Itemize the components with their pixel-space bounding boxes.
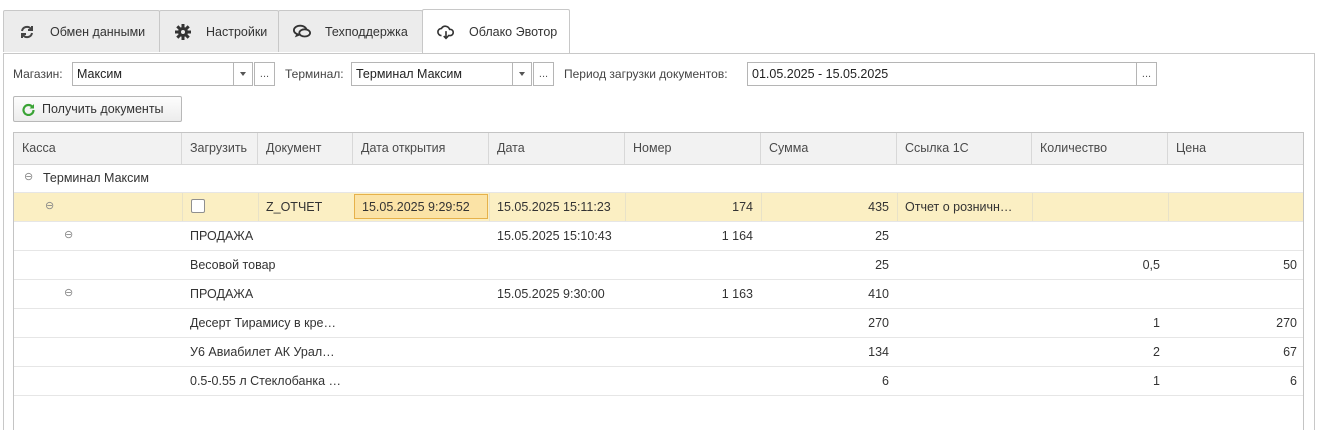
col-header-sum[interactable]: Сумма — [761, 133, 897, 164]
tab-label: Облако Эвотор — [469, 24, 558, 39]
col-header-load[interactable]: Загрузить — [182, 133, 258, 164]
cell-date: 15.05.2025 15:10:43 — [497, 229, 612, 243]
cell-document: ПРОДАЖА — [190, 287, 254, 301]
cell-quantity: 1 — [1153, 316, 1160, 330]
col-header-number[interactable]: Номер — [625, 133, 761, 164]
col-header-price[interactable]: Цена — [1168, 133, 1303, 164]
col-header-link-1c[interactable]: Ссылка 1С — [897, 133, 1032, 164]
cell-quantity: 2 — [1153, 345, 1160, 359]
cell-date: 15.05.2025 9:30:00 — [497, 287, 605, 301]
terminal-label: Терминал: — [285, 67, 344, 81]
cell-number: 174 — [732, 200, 753, 214]
cell-link-1c[interactable]: Отчет о розничн… — [897, 193, 1032, 221]
cloud-icon — [437, 23, 455, 41]
get-documents-button[interactable]: Получить документы — [13, 96, 182, 122]
refresh-icon — [22, 103, 35, 116]
cell-sum: 25 — [875, 229, 889, 243]
gear-icon — [174, 23, 192, 41]
cell-price: 270 — [1276, 316, 1297, 330]
col-header-date[interactable]: Дата — [489, 133, 625, 164]
store-input[interactable]: Максим — [72, 62, 234, 86]
load-checkbox[interactable] — [191, 199, 205, 213]
chevron-down-icon — [240, 72, 246, 76]
tab-data-exchange[interactable]: Обмен данными — [3, 10, 160, 52]
period-select-button[interactable]: ... — [1136, 62, 1157, 86]
collapse-toggle-icon[interactable]: ⊖ — [64, 280, 73, 308]
tab-evotor-cloud[interactable]: Облако Эвотор — [422, 9, 570, 53]
col-header-open-date[interactable]: Дата открытия — [353, 133, 489, 164]
col-header-quantity[interactable]: Количество — [1032, 133, 1168, 164]
store-dropdown-button[interactable] — [233, 62, 253, 86]
tab-bar: Обмен данными Настройки Техподдержка Обл… — [3, 9, 570, 53]
table-row[interactable]: ⊖ Z_ОТЧЕТ 15.05.2025 9:29:52 15.05.2025 … — [14, 193, 1303, 222]
cell-item-name: У6 Авиабилет АК Урал… — [190, 345, 335, 359]
cell-item-name: Весовой товар — [190, 258, 276, 272]
table-row[interactable]: У6 Авиабилет АК Урал… 134 2 67 — [14, 338, 1303, 367]
table-row[interactable]: 0.5-0.55 л Стеклобанка … 6 1 6 — [14, 367, 1303, 396]
store-select-button[interactable]: ... — [254, 62, 275, 86]
period-input[interactable]: 01.05.2025 - 15.05.2025 — [747, 62, 1137, 86]
table-row[interactable]: ⊖ ПРОДАЖА 15.05.2025 15:10:43 1 164 25 — [14, 222, 1303, 251]
collapse-toggle-icon[interactable]: ⊖ — [64, 222, 73, 250]
cell-number: 1 163 — [721, 287, 753, 301]
tab-label: Настройки — [206, 24, 268, 39]
cell-open-date[interactable]: 15.05.2025 9:29:52 — [354, 193, 488, 221]
cell-document: ПРОДАЖА — [190, 229, 254, 243]
cell-sum: 134 — [868, 345, 889, 359]
column-divider — [1032, 193, 1033, 221]
table-header: Касса Загрузить Документ Дата открытия Д… — [14, 133, 1303, 165]
cell-number: 1 164 — [721, 229, 753, 243]
terminal-input[interactable]: Терминал Максим — [351, 62, 513, 86]
cell-sum: 270 — [868, 316, 889, 330]
tab-label: Техподдержка — [325, 24, 408, 39]
cell-sum: 410 — [868, 287, 889, 301]
cell-quantity: 0,5 — [1142, 258, 1160, 272]
cell-sum: 6 — [882, 374, 889, 388]
get-documents-label: Получить документы — [42, 102, 164, 116]
cell-price: 6 — [1290, 374, 1297, 388]
collapse-toggle-icon[interactable]: ⊖ — [45, 193, 54, 221]
cell-date: 15.05.2025 15:11:23 — [497, 200, 611, 214]
group-label: Терминал Максим — [43, 171, 149, 185]
tab-settings[interactable]: Настройки — [159, 10, 279, 52]
cell-sum: 25 — [875, 258, 889, 272]
tab-divider — [3, 53, 1315, 54]
period-label: Период загрузки документов: — [564, 67, 728, 81]
terminal-select-button[interactable]: ... — [533, 62, 554, 86]
table-row[interactable]: Десерт Тирамису в кре… 270 1 270 — [14, 309, 1303, 338]
terminal-dropdown-button[interactable] — [512, 62, 532, 86]
panel-border-left — [3, 53, 4, 430]
cell-quantity: 1 — [1153, 374, 1160, 388]
column-divider — [1168, 193, 1169, 221]
tab-support[interactable]: Техподдержка — [278, 10, 423, 52]
tab-label: Обмен данными — [50, 24, 146, 39]
cell-sum: 435 — [868, 200, 889, 214]
cell-price: 67 — [1283, 345, 1297, 359]
store-label: Магазин: — [13, 67, 63, 81]
panel-border-right — [1314, 53, 1315, 430]
sync-icon — [18, 23, 36, 41]
col-header-document[interactable]: Документ — [258, 133, 353, 164]
table-row[interactable]: Весовой товар 25 0,5 50 — [14, 251, 1303, 280]
column-divider — [182, 193, 183, 221]
documents-table: Касса Загрузить Документ Дата открытия Д… — [13, 132, 1304, 430]
cell-item-name: 0.5-0.55 л Стеклобанка … — [190, 374, 342, 388]
collapse-toggle-icon[interactable]: ⊖ — [24, 164, 33, 192]
table-group-row[interactable]: ⊖ Терминал Максим — [14, 164, 1303, 193]
cell-item-name: Десерт Тирамису в кре… — [190, 316, 337, 330]
cell-price: 50 — [1283, 258, 1297, 272]
table-row[interactable]: ⊖ ПРОДАЖА 15.05.2025 9:30:00 1 163 410 — [14, 280, 1303, 309]
chevron-down-icon — [519, 72, 525, 76]
col-header-kassa[interactable]: Касса — [14, 133, 182, 164]
cell-document: Z_ОТЧЕТ — [266, 200, 323, 214]
chat-icon — [293, 23, 311, 41]
